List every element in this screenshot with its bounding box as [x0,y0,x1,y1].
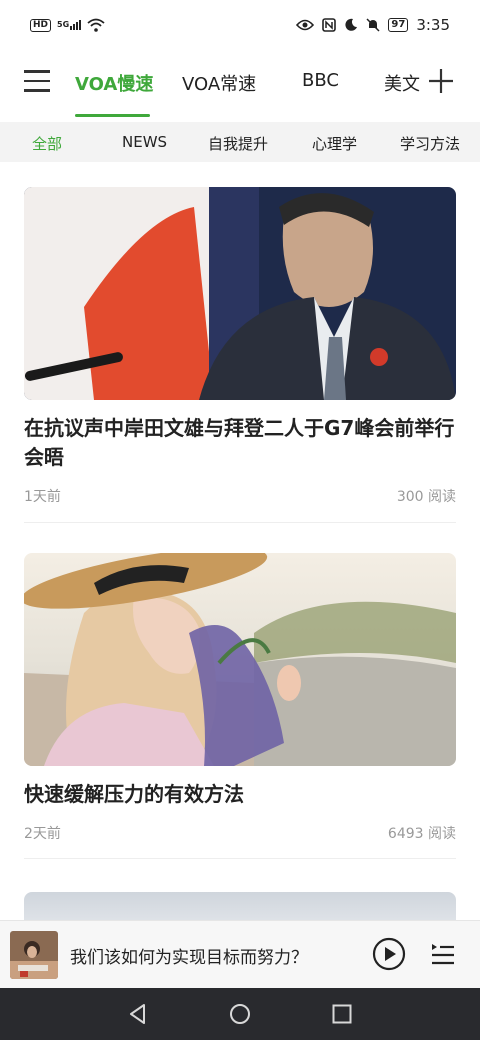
clock: 3:35 [416,16,450,34]
wifi-icon [87,18,105,32]
player-thumbnail [10,931,58,979]
tab-bbc[interactable]: BBC [302,70,339,91]
moon-icon [345,18,358,31]
tab-voa-slow[interactable]: VOA慢速 [75,70,153,96]
article-card[interactable] [24,892,456,922]
battery-icon: 97 [388,18,409,32]
category-study-methods[interactable]: 学习方法 [400,133,460,154]
hd-icon: HD [30,18,52,32]
eye-icon [296,19,315,31]
player-track-title: 我们该如何为实现目标而努力？ [70,948,308,968]
play-icon[interactable] [372,937,406,971]
article-time: 2天前 [24,826,61,842]
status-right: 97 3:35 [296,16,450,34]
category-news[interactable]: NEWS [122,133,167,151]
category-self-improvement[interactable]: 自我提升 [208,133,268,154]
article-meta: 1天前 300 阅读 [24,486,456,506]
article-read-count: 300 阅读 [396,489,456,505]
divider [24,858,456,859]
article-card[interactable]: 在抗议声中岸田文雄与拜登二人于G7峰会前举行会晤 1天前 300 阅读 [24,187,456,506]
mini-player[interactable]: 我们该如何为实现目标而努力？ [0,920,480,988]
add-tab-icon[interactable] [426,66,456,96]
category-psychology[interactable]: 心理学 [312,133,357,154]
playlist-icon[interactable] [430,941,456,967]
article-meta: 2天前 6493 阅读 [24,823,456,843]
article-title: 快速缓解压力的有效方法 [24,782,244,806]
article-image [24,187,456,400]
article-image [24,892,456,922]
article-image [24,553,456,766]
active-tab-indicator [75,114,150,117]
status-left: HD 5G [30,18,105,32]
recents-icon[interactable] [330,1002,354,1026]
category-bar: 全部 NEWS 自我提升 心理学 学习方法 [0,122,480,162]
article-title: 在抗议声中岸田文雄与拜登二人于G7峰会前举行会晤 [24,416,455,469]
article-card[interactable]: 快速缓解压力的有效方法 2天前 6493 阅读 [24,553,456,843]
network-type-label: 5G [57,20,70,29]
divider [24,522,456,523]
system-nav-bar [0,988,480,1040]
menu-icon[interactable] [24,70,52,98]
article-read-count: 6493 阅读 [387,826,456,842]
signal-icon: 5G [57,20,82,30]
mute-icon [366,18,380,32]
home-icon[interactable] [228,1002,252,1026]
status-bar: HD 5G 97 3:35 [0,0,480,56]
tab-essay[interactable]: 美文 [384,70,420,96]
tab-voa-normal[interactable]: VOA常速 [182,70,256,96]
nfc-icon [322,18,337,32]
top-tab-bar: VOA慢速 VOA常速 BBC 美文 [0,56,480,120]
category-all[interactable]: 全部 [32,133,62,154]
back-icon[interactable] [126,1002,150,1026]
article-time: 1天前 [24,489,61,505]
